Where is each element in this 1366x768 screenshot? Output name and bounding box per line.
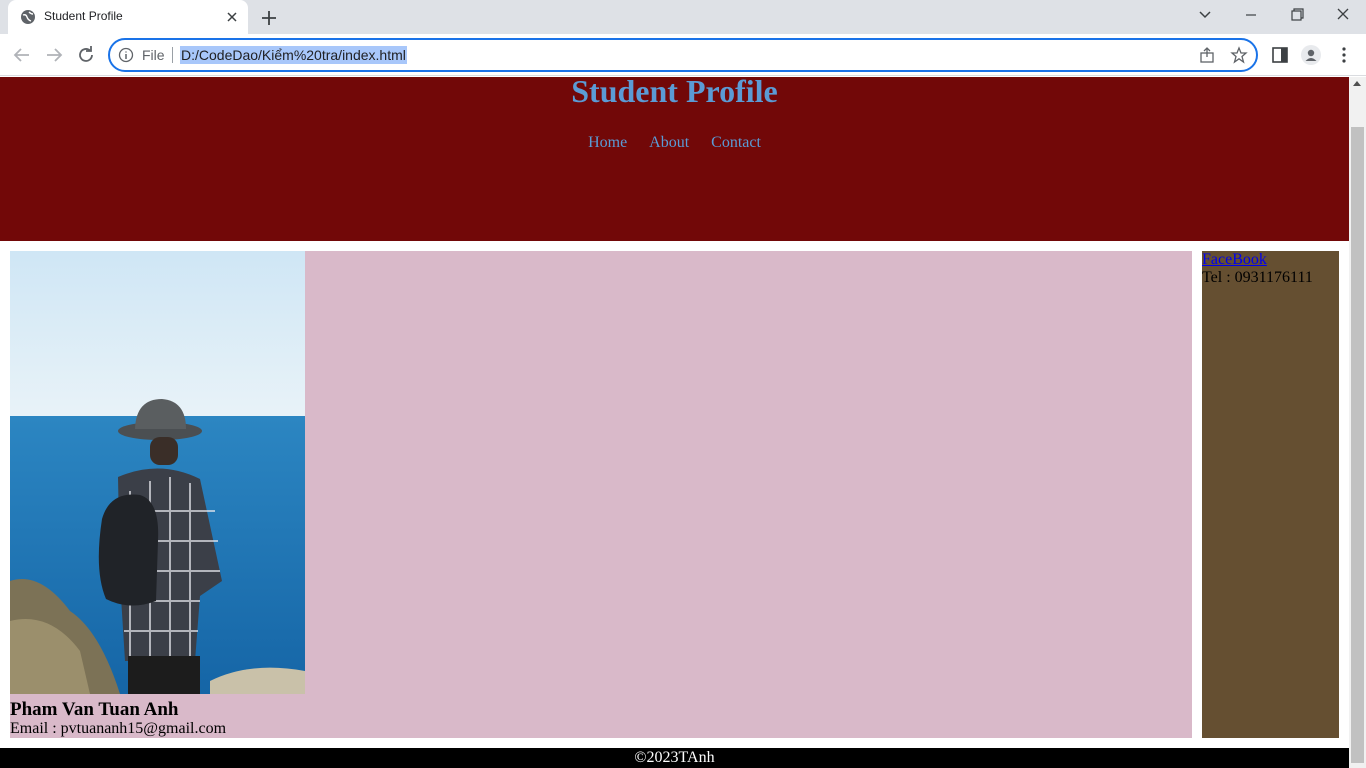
browser-toolbar: File D:/CodeDao/Kiểm%20tra/index.html [0, 34, 1366, 76]
contact-sidebar: FaceBook Tel : 0931176111 [1202, 251, 1339, 738]
restore-icon[interactable] [1283, 4, 1311, 26]
share-icon[interactable] [1198, 46, 1216, 64]
minimize-icon[interactable] [1237, 4, 1265, 26]
main-nav: Home About Contact [0, 134, 1349, 152]
scheme-label: File [142, 47, 165, 63]
page-viewport: Student Profile Home About Contact Pham … [0, 77, 1349, 768]
facebook-link[interactable]: FaceBook [1202, 251, 1267, 269]
tab-strip: Student Profile [0, 0, 1366, 34]
new-tab-icon[interactable] [258, 7, 280, 29]
tab-search-icon[interactable] [1191, 4, 1219, 26]
site-info-icon[interactable] [118, 47, 134, 63]
close-tab-icon[interactable] [224, 9, 240, 25]
side-panel-icon[interactable] [1270, 45, 1290, 65]
omnibox-divider [172, 47, 173, 63]
profile-photo [10, 251, 305, 694]
profile-section: Pham Van Tuan Anh Email : pvtuananh15@gm… [10, 251, 1192, 738]
back-icon[interactable] [10, 43, 34, 67]
forward-icon[interactable] [42, 43, 66, 67]
page-title: Student Profile [571, 77, 778, 109]
bookmark-star-icon[interactable] [1230, 46, 1248, 64]
site-header: Student Profile Home About Contact [0, 77, 1349, 241]
site-footer: ©2023TAnh [0, 748, 1349, 768]
student-name: Pham Van Tuan Anh [10, 699, 179, 720]
nav-about-link[interactable]: About [649, 134, 689, 151]
browser-tab[interactable]: Student Profile [8, 0, 248, 34]
menu-kebab-icon[interactable] [1334, 45, 1354, 65]
vertical-scrollbar[interactable] [1349, 77, 1366, 768]
telephone-text: Tel : 0931176111 [1202, 269, 1313, 286]
copyright-text: ©2023TAnh [634, 749, 715, 766]
student-email: Email : pvtuananh15@gmail.com [10, 720, 227, 737]
profile-avatar-icon[interactable] [1301, 45, 1321, 65]
tab-title: Student Profile [44, 9, 123, 23]
scroll-up-arrow-icon[interactable] [1353, 81, 1361, 86]
url-text[interactable]: D:/CodeDao/Kiểm%20tra/index.html [180, 46, 407, 64]
globe-icon [21, 10, 35, 24]
nav-home-link[interactable]: Home [588, 134, 627, 151]
reload-icon[interactable] [74, 43, 98, 67]
scrollbar-thumb[interactable] [1351, 127, 1364, 763]
nav-contact-link[interactable]: Contact [711, 134, 761, 151]
close-window-icon[interactable] [1329, 4, 1357, 26]
address-bar[interactable]: File D:/CodeDao/Kiểm%20tra/index.html [108, 38, 1258, 72]
